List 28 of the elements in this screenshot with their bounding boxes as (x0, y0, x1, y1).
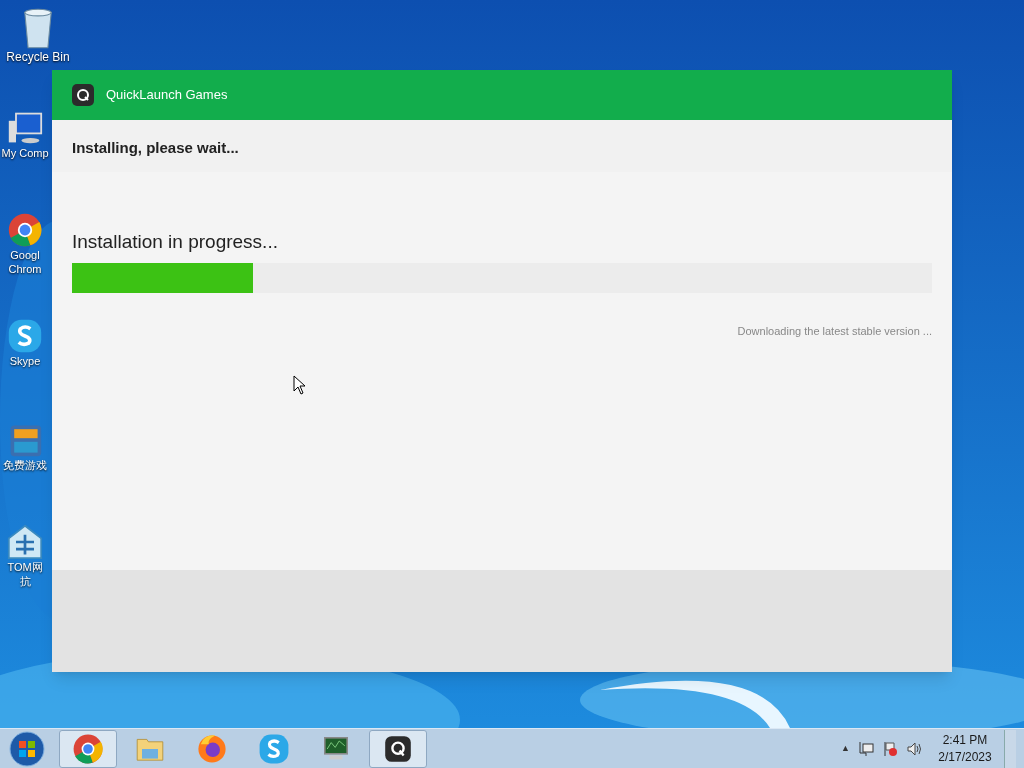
tray-arrow-icon[interactable]: ▲ (841, 741, 850, 756)
icon-label[interactable]: 免费游戏 (3, 458, 47, 472)
taskbar-button[interactable] (369, 729, 427, 768)
clock-time[interactable]: 2:41 PM (942, 731, 988, 749)
icon-label[interactable]: Chrom (8, 262, 42, 276)
app-logo-icon (72, 84, 94, 106)
icon-label[interactable]: Skype (9, 354, 41, 368)
window-title: QuickLaunch Games (106, 86, 228, 105)
icon-label[interactable]: My Comp (1, 146, 49, 160)
computer-icon[interactable] (7, 110, 43, 146)
house-icon[interactable] (7, 524, 43, 560)
icon-label[interactable]: Googl (10, 248, 40, 262)
network-icon[interactable] (858, 740, 874, 757)
browser-icon (196, 732, 228, 765)
flag-icon[interactable] (882, 740, 898, 757)
status-text: Installation in progress... (72, 230, 279, 254)
clock-date[interactable]: 2/17/2023 (938, 748, 992, 766)
speaker-icon[interactable] (906, 740, 922, 757)
icon-label[interactable]: TOM网 (7, 560, 43, 574)
browser-icon[interactable] (7, 212, 43, 248)
browser-icon (72, 732, 104, 765)
detail-text: Downloading the latest stable version ... (737, 323, 932, 339)
start-button[interactable] (8, 729, 46, 768)
cursor-icon (293, 375, 306, 395)
icon-label[interactable]: 抗 (19, 574, 31, 588)
heading: Installing, please wait... (72, 139, 239, 156)
icon-label[interactable]: Recycle Bin (6, 50, 70, 65)
chat-icon (258, 732, 290, 765)
